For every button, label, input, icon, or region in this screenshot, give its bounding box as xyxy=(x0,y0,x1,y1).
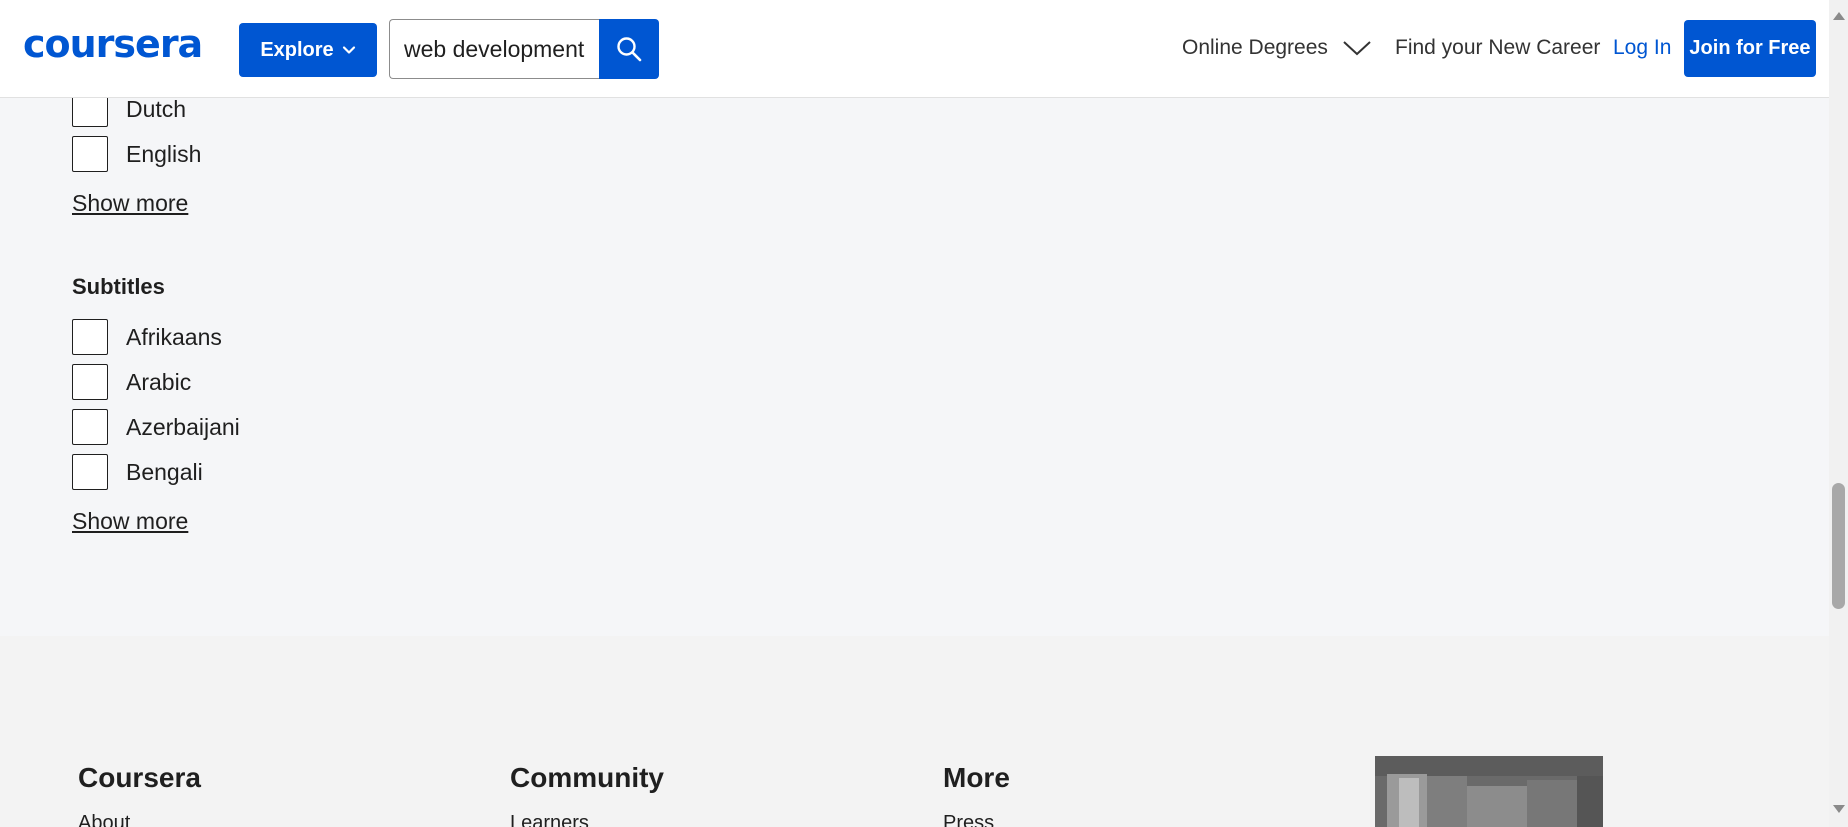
top-header: coursera Explore web development Online … xyxy=(0,0,1829,98)
join-for-free-button[interactable]: Join for Free xyxy=(1684,20,1816,77)
filter-option-azerbaijani[interactable]: Azerbaijani xyxy=(72,409,240,445)
footer: Coursera About Community Learners More P… xyxy=(0,636,1829,827)
filter-option-arabic[interactable]: Arabic xyxy=(72,364,191,400)
vertical-scrollbar[interactable] xyxy=(1829,0,1848,827)
search-input[interactable]: web development xyxy=(389,19,599,79)
footer-link[interactable]: Learners xyxy=(510,812,589,827)
app-badge-image[interactable] xyxy=(1375,756,1603,827)
subtitles-section-title: Subtitles xyxy=(72,274,165,299)
scrollbar-thumb[interactable] xyxy=(1832,483,1845,609)
search-icon xyxy=(617,37,642,62)
online-degrees-label: Online Degrees xyxy=(1182,36,1328,59)
coursera-logo[interactable]: coursera xyxy=(23,22,203,66)
filter-option-label: Afrikaans xyxy=(126,323,222,350)
footer-heading-more: More xyxy=(943,762,1010,793)
subtitles-show-more-link[interactable]: Show more xyxy=(72,508,188,535)
checkbox[interactable] xyxy=(72,409,108,445)
scroll-up-arrow-icon[interactable] xyxy=(1833,12,1845,20)
filter-option-label: Dutch xyxy=(126,95,187,122)
checkbox[interactable] xyxy=(72,136,108,172)
scroll-down-arrow-icon[interactable] xyxy=(1833,805,1845,813)
filter-option-label: Bengali xyxy=(126,458,203,485)
chevron-down-icon xyxy=(342,46,355,54)
language-show-more-link[interactable]: Show more xyxy=(72,190,188,217)
footer-heading-coursera: Coursera xyxy=(78,762,201,793)
filter-option-bengali[interactable]: Bengali xyxy=(72,454,203,490)
search-button[interactable] xyxy=(599,19,659,79)
filter-option-label: English xyxy=(126,140,202,167)
online-degrees-dropdown[interactable]: Online Degrees xyxy=(1182,36,1372,60)
footer-heading-community: Community xyxy=(510,762,664,793)
checkbox[interactable] xyxy=(72,364,108,400)
chevron-down-icon xyxy=(1343,41,1371,56)
footer-link[interactable]: Press xyxy=(943,812,994,827)
filter-option-english[interactable]: English xyxy=(72,136,201,172)
login-link[interactable]: Log In xyxy=(1613,36,1671,60)
filter-option-label: Arabic xyxy=(126,368,192,395)
footer-link[interactable]: About xyxy=(78,812,130,827)
checkbox[interactable] xyxy=(72,319,108,355)
filter-option-afrikaans[interactable]: Afrikaans xyxy=(72,319,222,355)
explore-label: Explore xyxy=(260,38,334,61)
explore-button[interactable]: Explore xyxy=(239,23,377,77)
checkbox[interactable] xyxy=(72,454,108,490)
filter-option-label: Azerbaijani xyxy=(126,413,240,440)
find-career-link[interactable]: Find your New Career xyxy=(1395,36,1600,60)
